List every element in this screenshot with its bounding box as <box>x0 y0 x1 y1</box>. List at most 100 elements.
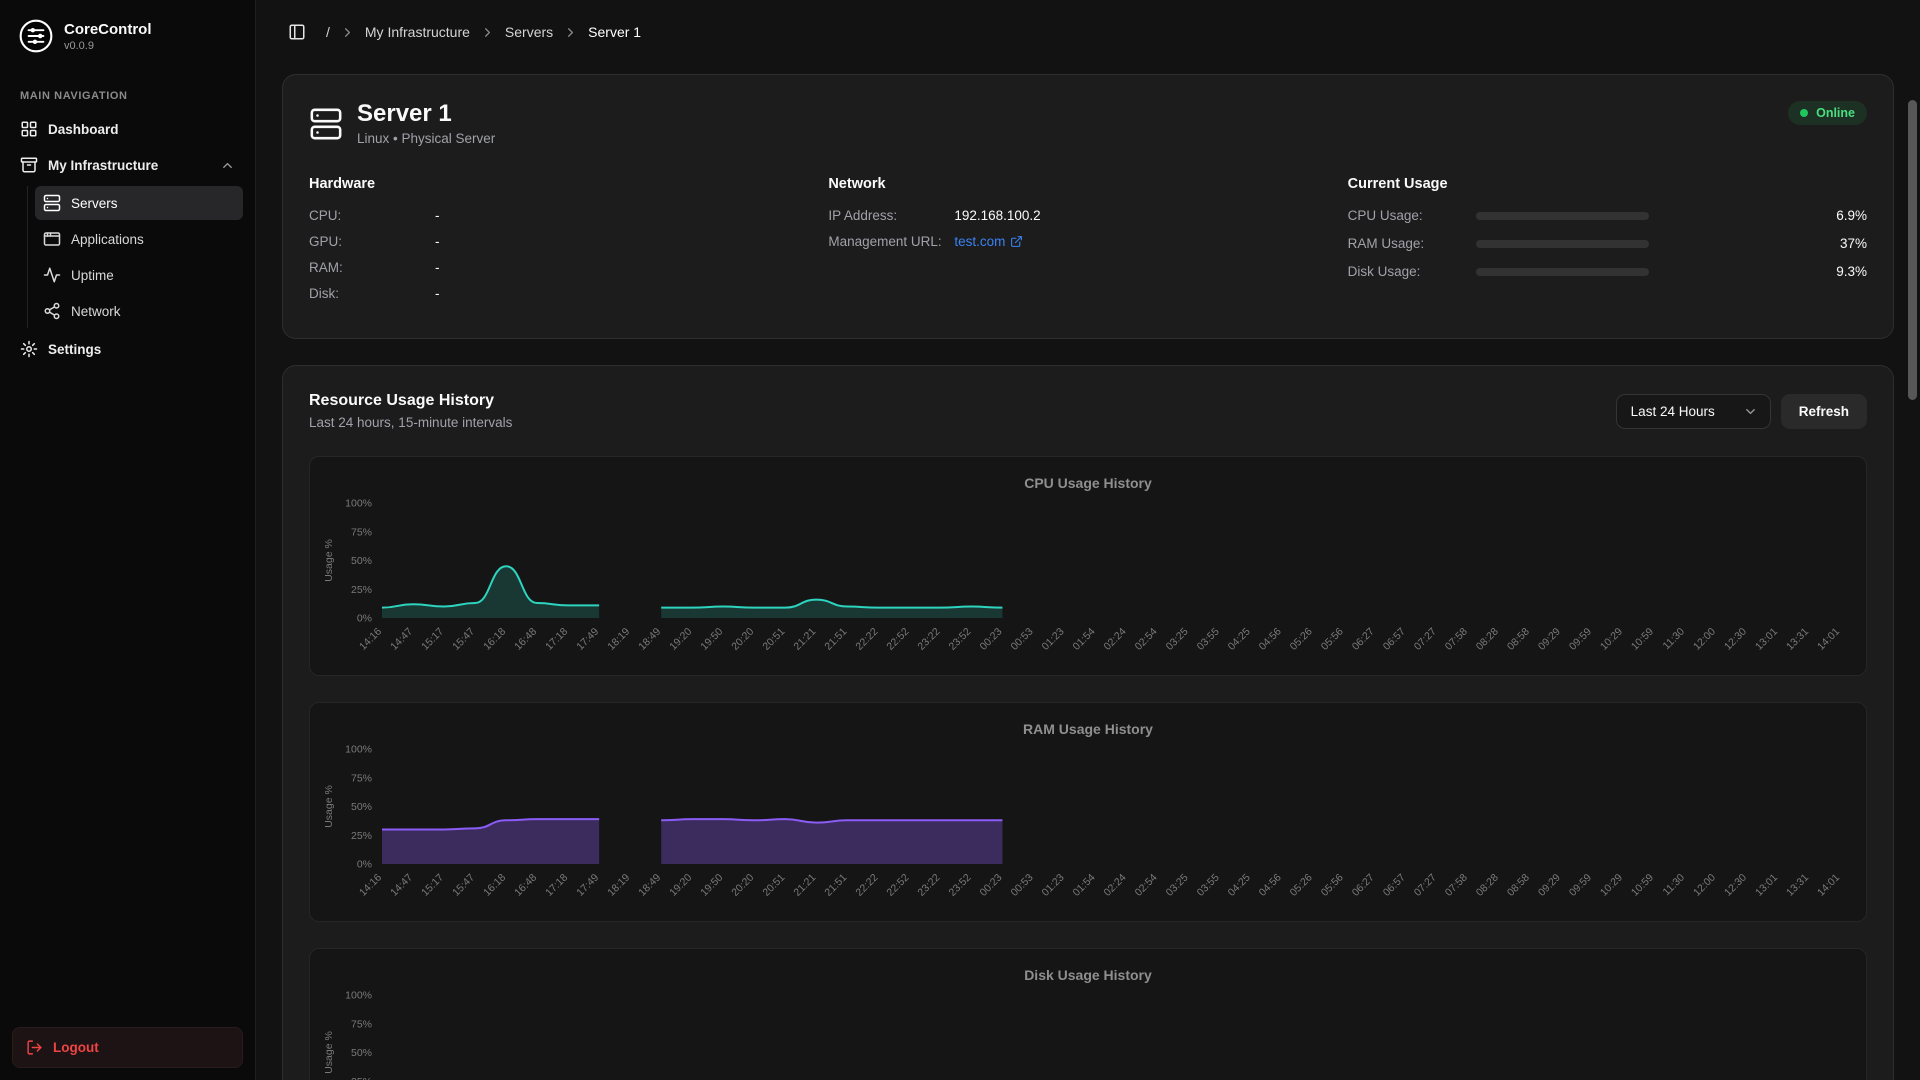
svg-text:07:58: 07:58 <box>1443 626 1470 653</box>
svg-text:10:29: 10:29 <box>1598 626 1625 653</box>
infrastructure-submenu: Servers Applications Uptime Network <box>27 186 243 328</box>
svg-text:08:58: 08:58 <box>1505 872 1532 899</box>
svg-text:20:51: 20:51 <box>760 872 787 899</box>
svg-text:15:47: 15:47 <box>450 626 477 653</box>
svg-text:07:27: 07:27 <box>1412 872 1439 899</box>
ram-usage-chart[interactable]: 0%25%50%75%100%Usage %14:1614:4715:1715:… <box>318 743 1858 913</box>
disk-usage-chart[interactable]: 0%25%50%75%100%Usage %14:1614:4715:1715:… <box>318 989 1858 1080</box>
svg-text:75%: 75% <box>351 773 372 785</box>
svg-text:23:22: 23:22 <box>915 872 942 899</box>
time-range-select[interactable]: Last 24 Hours <box>1616 394 1771 429</box>
chart-title: CPU Usage History <box>318 475 1858 491</box>
svg-text:15:17: 15:17 <box>419 626 446 653</box>
svg-text:19:20: 19:20 <box>667 872 694 899</box>
management-url-row: Management URL: test.com <box>828 234 1347 249</box>
svg-text:16:48: 16:48 <box>512 626 539 653</box>
logout-button[interactable]: Logout <box>12 1027 243 1068</box>
svg-text:75%: 75% <box>351 527 372 539</box>
sidebar-item-label: Applications <box>71 232 144 247</box>
svg-text:50%: 50% <box>351 1047 372 1059</box>
svg-text:13:01: 13:01 <box>1753 872 1780 899</box>
sidebar-item-network[interactable]: Network <box>35 294 243 328</box>
chevron-right-icon <box>340 25 355 40</box>
status-badge: Online <box>1788 101 1867 125</box>
svg-text:01:54: 01:54 <box>1071 626 1098 653</box>
section-title: Current Usage <box>1348 176 1867 192</box>
svg-text:00:53: 00:53 <box>1008 872 1035 899</box>
svg-text:14:01: 14:01 <box>1815 626 1842 653</box>
svg-text:13:31: 13:31 <box>1784 872 1811 899</box>
breadcrumb-servers[interactable]: Servers <box>505 24 553 40</box>
svg-text:20:20: 20:20 <box>729 872 756 899</box>
svg-text:03:25: 03:25 <box>1164 872 1191 899</box>
sidebar-item-label: Uptime <box>71 268 114 283</box>
sidebar-item-servers[interactable]: Servers <box>35 186 243 220</box>
svg-text:09:59: 09:59 <box>1567 872 1594 899</box>
chevron-right-icon <box>480 25 495 40</box>
breadcrumb-home[interactable]: / <box>326 24 330 40</box>
sidebar-item-dashboard[interactable]: Dashboard <box>12 112 243 146</box>
svg-text:21:51: 21:51 <box>822 872 849 899</box>
sidebar-nav: Dashboard My Infrastructure Servers Appl… <box>12 112 243 366</box>
scrollbar[interactable] <box>1908 100 1917 400</box>
hardware-row: CPU:- <box>309 208 828 223</box>
svg-text:25%: 25% <box>351 1076 372 1080</box>
svg-text:13:01: 13:01 <box>1753 626 1780 653</box>
svg-text:15:47: 15:47 <box>450 872 477 899</box>
app-logo-icon <box>18 18 54 54</box>
svg-text:09:29: 09:29 <box>1536 626 1563 653</box>
svg-text:11:30: 11:30 <box>1660 626 1687 653</box>
svg-text:12:00: 12:00 <box>1691 872 1718 899</box>
svg-text:06:57: 06:57 <box>1381 626 1408 653</box>
svg-text:13:31: 13:31 <box>1784 626 1811 653</box>
svg-text:09:59: 09:59 <box>1567 626 1594 653</box>
disk-usage-value: 9.3% <box>1836 264 1867 279</box>
sidebar-item-uptime[interactable]: Uptime <box>35 258 243 292</box>
hardware-row: GPU:- <box>309 234 828 249</box>
refresh-button[interactable]: Refresh <box>1781 394 1867 429</box>
chevron-up-icon <box>220 158 235 173</box>
cpu-usage-value: 6.9% <box>1836 208 1867 223</box>
svg-text:20:20: 20:20 <box>729 626 756 653</box>
svg-text:16:18: 16:18 <box>481 872 508 899</box>
svg-text:17:49: 17:49 <box>574 872 601 899</box>
history-subtitle: Last 24 hours, 15-minute intervals <box>309 415 512 430</box>
svg-text:01:23: 01:23 <box>1040 872 1067 899</box>
svg-text:06:57: 06:57 <box>1381 872 1408 899</box>
svg-text:23:52: 23:52 <box>946 626 973 653</box>
ip-address-row: IP Address: 192.168.100.2 <box>828 208 1347 223</box>
svg-text:05:26: 05:26 <box>1288 626 1315 653</box>
status-label: Online <box>1816 106 1855 120</box>
breadcrumb-infrastructure[interactable]: My Infrastructure <box>365 24 470 40</box>
cpu-usage-chart[interactable]: 0%25%50%75%100%Usage %14:1614:4715:1715:… <box>318 497 1858 667</box>
svg-text:19:20: 19:20 <box>667 626 694 653</box>
sidebar-item-infrastructure[interactable]: My Infrastructure <box>12 148 243 182</box>
chart-title: RAM Usage History <box>318 721 1858 737</box>
svg-text:22:52: 22:52 <box>884 872 911 899</box>
svg-text:08:28: 08:28 <box>1474 872 1501 899</box>
svg-text:21:21: 21:21 <box>791 872 818 899</box>
svg-text:06:27: 06:27 <box>1350 872 1377 899</box>
server-card: Server 1 Linux • Physical Server Online … <box>282 74 1894 339</box>
management-url-link[interactable]: test.com <box>954 234 1023 249</box>
sidebar-toggle-button[interactable] <box>282 17 312 47</box>
sidebar-item-settings[interactable]: Settings <box>12 332 243 366</box>
svg-text:00:23: 00:23 <box>977 872 1004 899</box>
svg-text:06:27: 06:27 <box>1350 626 1377 653</box>
svg-text:Usage %: Usage % <box>323 1032 335 1075</box>
svg-text:50%: 50% <box>351 555 372 567</box>
breadcrumb-current: Server 1 <box>588 24 641 40</box>
app-name: CoreControl <box>64 21 152 38</box>
svg-text:12:30: 12:30 <box>1722 872 1749 899</box>
hardware-row: Disk:- <box>309 286 828 301</box>
svg-text:25%: 25% <box>351 584 372 596</box>
breadcrumb: / My Infrastructure Servers Server 1 <box>326 24 641 40</box>
disk-chart-box: Disk Usage History 0%25%50%75%100%Usage … <box>309 948 1867 1080</box>
svg-text:05:56: 05:56 <box>1319 626 1346 653</box>
network-icon <box>43 302 61 320</box>
current-usage-section: Current Usage CPU Usage: 6.9% RAM Usage:… <box>1348 176 1867 312</box>
section-title: Network <box>828 176 1347 192</box>
disk-usage-row: Disk Usage: 9.3% <box>1348 264 1867 279</box>
svg-text:14:01: 14:01 <box>1815 872 1842 899</box>
sidebar-item-applications[interactable]: Applications <box>35 222 243 256</box>
